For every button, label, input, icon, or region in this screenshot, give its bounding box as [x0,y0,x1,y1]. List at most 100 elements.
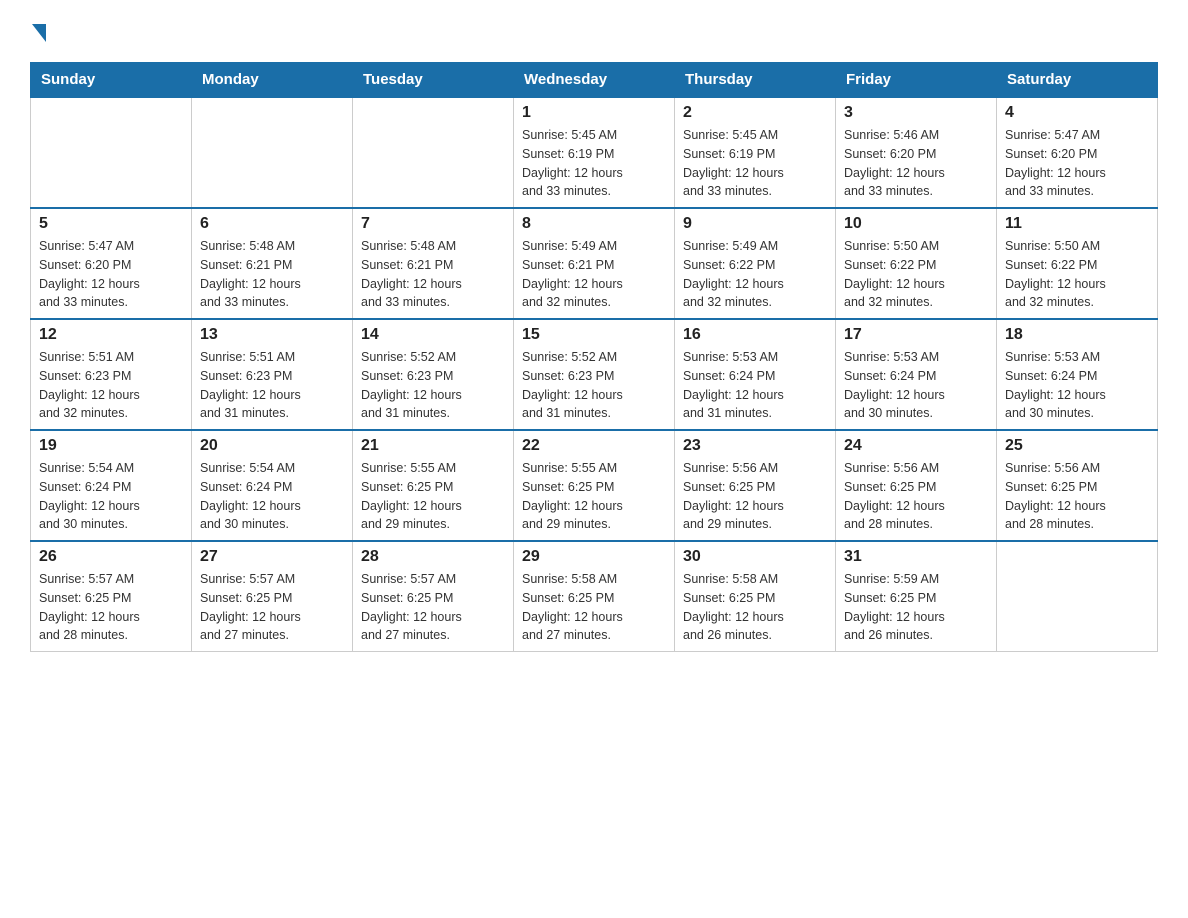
day-info: Sunrise: 5:56 AM Sunset: 6:25 PM Dayligh… [1005,459,1149,534]
day-cell-5: 5 Sunrise: 5:47 AM Sunset: 6:20 PM Daylig… [31,208,192,319]
day-number: 31 [844,548,988,566]
day-info: Sunrise: 5:58 AM Sunset: 6:25 PM Dayligh… [683,570,827,645]
day-number: 8 [522,215,666,233]
day-cell-27: 27 Sunrise: 5:57 AM Sunset: 6:25 PM Dayli… [192,541,353,652]
empty-cell [31,97,192,208]
day-cell-28: 28 Sunrise: 5:57 AM Sunset: 6:25 PM Dayli… [353,541,514,652]
day-info: Sunrise: 5:52 AM Sunset: 6:23 PM Dayligh… [361,348,505,423]
day-cell-15: 15 Sunrise: 5:52 AM Sunset: 6:23 PM Dayli… [514,319,675,430]
page-header [30,20,1158,42]
day-info: Sunrise: 5:54 AM Sunset: 6:24 PM Dayligh… [200,459,344,534]
day-header-tuesday: Tuesday [353,63,514,98]
day-cell-22: 22Sunrise: 5:55 AM Sunset: 6:25 PM Dayli… [514,430,675,541]
day-info: Sunrise: 5:53 AM Sunset: 6:24 PM Dayligh… [844,348,988,423]
empty-cell [353,97,514,208]
day-cell-12: 12 Sunrise: 5:51 AM Sunset: 6:23 PM Dayli… [31,319,192,430]
day-number: 6 [200,215,344,233]
day-cell-17: 17Sunrise: 5:53 AM Sunset: 6:24 PM Dayli… [836,319,997,430]
day-header-monday: Monday [192,63,353,98]
day-cell-21: 21 Sunrise: 5:55 AM Sunset: 6:25 PM Dayli… [353,430,514,541]
day-cell-10: 10 Sunrise: 5:50 AM Sunset: 6:22 PM Dayli… [836,208,997,319]
day-info: Sunrise: 5:59 AM Sunset: 6:25 PM Dayligh… [844,570,988,645]
day-info: Sunrise: 5:51 AM Sunset: 6:23 PM Dayligh… [200,348,344,423]
day-info: Sunrise: 5:48 AM Sunset: 6:21 PM Dayligh… [361,237,505,312]
day-info: Sunrise: 5:49 AM Sunset: 6:21 PM Dayligh… [522,237,666,312]
day-number: 12 [39,326,183,344]
day-number: 16 [683,326,827,344]
day-info: Sunrise: 5:50 AM Sunset: 6:22 PM Dayligh… [844,237,988,312]
logo-arrow-icon [32,24,46,42]
day-info: Sunrise: 5:47 AM Sunset: 6:20 PM Dayligh… [1005,126,1149,201]
day-info: Sunrise: 5:57 AM Sunset: 6:25 PM Dayligh… [361,570,505,645]
day-cell-26: 26Sunrise: 5:57 AM Sunset: 6:25 PM Dayli… [31,541,192,652]
day-cell-4: 4 Sunrise: 5:47 AM Sunset: 6:20 PM Daylig… [997,97,1158,208]
day-number: 10 [844,215,988,233]
day-number: 13 [200,326,344,344]
day-info: Sunrise: 5:58 AM Sunset: 6:25 PM Dayligh… [522,570,666,645]
calendar-table: SundayMondayTuesdayWednesdayThursdayFrid… [30,62,1158,652]
day-number: 18 [1005,326,1149,344]
day-number: 9 [683,215,827,233]
empty-cell [192,97,353,208]
day-number: 25 [1005,437,1149,455]
day-info: Sunrise: 5:52 AM Sunset: 6:23 PM Dayligh… [522,348,666,423]
day-number: 21 [361,437,505,455]
day-number: 7 [361,215,505,233]
day-number: 4 [1005,104,1149,122]
day-info: Sunrise: 5:46 AM Sunset: 6:20 PM Dayligh… [844,126,988,201]
day-cell-9: 9 Sunrise: 5:49 AM Sunset: 6:22 PM Daylig… [675,208,836,319]
day-cell-31: 31 Sunrise: 5:59 AM Sunset: 6:25 PM Dayli… [836,541,997,652]
day-cell-2: 2 Sunrise: 5:45 AM Sunset: 6:19 PM Daylig… [675,97,836,208]
day-info: Sunrise: 5:50 AM Sunset: 6:22 PM Dayligh… [1005,237,1149,312]
day-number: 11 [1005,215,1149,233]
day-info: Sunrise: 5:57 AM Sunset: 6:25 PM Dayligh… [200,570,344,645]
day-number: 27 [200,548,344,566]
day-number: 15 [522,326,666,344]
day-number: 28 [361,548,505,566]
day-cell-13: 13 Sunrise: 5:51 AM Sunset: 6:23 PM Dayli… [192,319,353,430]
day-cell-30: 30 Sunrise: 5:58 AM Sunset: 6:25 PM Dayli… [675,541,836,652]
week-row-2: 5 Sunrise: 5:47 AM Sunset: 6:20 PM Daylig… [31,208,1158,319]
week-row-5: 26 Sunrise: 5:57 AM Sunset: 6:25 PM Dayli… [31,541,1158,652]
day-info: Sunrise: 5:49 AM Sunset: 6:22 PM Dayligh… [683,237,827,312]
day-cell-6: 6 Sunrise: 5:48 AM Sunset: 6:21 PM Daylig… [192,208,353,319]
day-info: Sunrise: 5:47 AM Sunset: 6:20 PM Dayligh… [39,237,183,312]
day-number: 5 [39,215,183,233]
day-header-sunday: Sunday [31,63,192,98]
day-info: Sunrise: 5:45 AM Sunset: 6:19 PM Dayligh… [522,126,666,201]
day-number: 30 [683,548,827,566]
day-cell-11: 11 Sunrise: 5:50 AM Sunset: 6:22 PM Dayli… [997,208,1158,319]
day-number: 19 [39,437,183,455]
day-cell-18: 18 Sunrise: 5:53 AM Sunset: 6:24 PM Dayli… [997,319,1158,430]
day-cell-14: 14Sunrise: 5:52 AM Sunset: 6:23 PM Dayli… [353,319,514,430]
day-header-saturday: Saturday [997,63,1158,98]
day-info: Sunrise: 5:53 AM Sunset: 6:24 PM Dayligh… [683,348,827,423]
day-number: 22 [522,437,666,455]
day-cell-1: 1Sunrise: 5:45 AM Sunset: 6:19 PM Daylig… [514,97,675,208]
day-cell-3: 3Sunrise: 5:46 AM Sunset: 6:20 PM Daylig… [836,97,997,208]
day-number: 20 [200,437,344,455]
day-cell-25: 25 Sunrise: 5:56 AM Sunset: 6:25 PM Dayli… [997,430,1158,541]
day-cell-8: 8 Sunrise: 5:49 AM Sunset: 6:21 PM Daylig… [514,208,675,319]
day-number: 23 [683,437,827,455]
day-info: Sunrise: 5:56 AM Sunset: 6:25 PM Dayligh… [683,459,827,534]
day-number: 2 [683,104,827,122]
day-info: Sunrise: 5:55 AM Sunset: 6:25 PM Dayligh… [361,459,505,534]
day-cell-19: 19Sunrise: 5:54 AM Sunset: 6:24 PM Dayli… [31,430,192,541]
logo [30,20,46,42]
week-row-3: 12 Sunrise: 5:51 AM Sunset: 6:23 PM Dayli… [31,319,1158,430]
day-info: Sunrise: 5:48 AM Sunset: 6:21 PM Dayligh… [200,237,344,312]
day-cell-24: 24 Sunrise: 5:56 AM Sunset: 6:25 PM Dayli… [836,430,997,541]
day-header-friday: Friday [836,63,997,98]
day-info: Sunrise: 5:53 AM Sunset: 6:24 PM Dayligh… [1005,348,1149,423]
day-header-wednesday: Wednesday [514,63,675,98]
day-number: 26 [39,548,183,566]
day-info: Sunrise: 5:51 AM Sunset: 6:23 PM Dayligh… [39,348,183,423]
day-number: 24 [844,437,988,455]
week-row-1: 1Sunrise: 5:45 AM Sunset: 6:19 PM Daylig… [31,97,1158,208]
calendar-header-row: SundayMondayTuesdayWednesdayThursdayFrid… [31,63,1158,98]
day-cell-20: 20 Sunrise: 5:54 AM Sunset: 6:24 PM Dayli… [192,430,353,541]
day-info: Sunrise: 5:45 AM Sunset: 6:19 PM Dayligh… [683,126,827,201]
day-info: Sunrise: 5:56 AM Sunset: 6:25 PM Dayligh… [844,459,988,534]
day-header-thursday: Thursday [675,63,836,98]
